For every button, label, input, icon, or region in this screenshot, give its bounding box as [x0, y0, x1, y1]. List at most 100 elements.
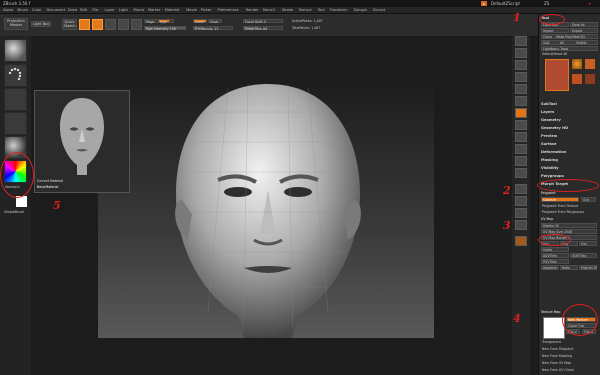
texture-map-header[interactable]: Texture Map [541, 310, 560, 314]
polypaint-header[interactable]: Polypaint [541, 191, 556, 195]
subpalette-masking[interactable]: Masking [541, 158, 558, 162]
local-icon[interactable] [515, 108, 527, 118]
draw-size-slider[interactable]: Draw Size 64 [243, 26, 283, 31]
menu-macro[interactable]: Macro [134, 8, 145, 12]
rgb-toggle[interactable]: Rgb [158, 19, 170, 24]
subpalette-visibility[interactable]: Visibility [541, 166, 559, 170]
menu-movie[interactable]: Movie [186, 8, 197, 12]
tool-thumbnail-simple[interactable] [585, 74, 595, 84]
subpalette-deformation[interactable]: Deformation [541, 150, 566, 154]
frame-icon[interactable] [515, 132, 527, 142]
menu-stencil[interactable]: Stencil [263, 8, 275, 12]
subpalette-polygroups[interactable]: Polygroups [541, 174, 564, 178]
zsub-toggle[interactable]: Zsub [208, 19, 222, 24]
menu-document[interactable]: Document [47, 8, 66, 12]
tool-thumbnail-sphere[interactable] [572, 59, 582, 69]
menu-layer[interactable]: Layer [105, 8, 115, 12]
xpose-icon[interactable] [515, 236, 527, 246]
zoom-icon[interactable] [515, 48, 527, 58]
tool-thumbnail-head[interactable] [545, 59, 569, 91]
auvtiles-button[interactable]: AUVTiles [541, 253, 569, 258]
move-icon[interactable] [515, 144, 527, 154]
subpalette-geometry[interactable]: Geometry [541, 118, 561, 122]
subpalette-surface[interactable]: Surface [541, 142, 556, 146]
new-from-masking-button[interactable]: New From Masking [542, 354, 572, 358]
close-icon[interactable]: ✕ [588, 1, 591, 6]
guvtiles-button[interactable]: GUVTiles [570, 253, 597, 258]
uvs-button[interactable]: Uvs [579, 241, 597, 246]
scale-icon[interactable] [515, 156, 527, 166]
grd-button[interactable]: Grd [581, 197, 596, 202]
polyf-icon[interactable] [515, 184, 527, 194]
aahalf-icon[interactable] [515, 72, 527, 82]
menu-material[interactable]: Material [165, 8, 180, 12]
clone-button[interactable]: Clone Make PolyMesh3D [541, 34, 598, 39]
menu-draw[interactable]: Draw [68, 8, 77, 12]
menu-preferences[interactable]: Preferences [218, 8, 239, 12]
hybrid-uv-button[interactable]: Hybrid UV [579, 265, 597, 270]
rotate-icon[interactable] [515, 168, 527, 178]
ratio-button[interactable]: Ratio [560, 265, 578, 270]
menu-edit[interactable]: Edit [80, 8, 87, 12]
menu-file[interactable]: File [92, 8, 98, 12]
polypaint-from-texture-button[interactable]: Polypaint From Texture [542, 204, 578, 208]
transp-icon[interactable] [515, 196, 527, 206]
tool-thumbnail-star[interactable] [585, 59, 595, 69]
lightbox-tools-button[interactable]: Lightbox ▸ Tools [541, 46, 598, 51]
quick-sketch-button[interactable]: Quick Sketch [62, 19, 77, 30]
stroke-icon[interactable] [4, 64, 27, 87]
alpha-icon[interactable] [4, 88, 27, 111]
texture-icon[interactable] [4, 112, 27, 135]
menu-brush[interactable]: Brush [18, 8, 28, 12]
rotate-button[interactable] [131, 19, 142, 30]
polypaint-from-polygroups-button[interactable]: Polypaint From Polygroups [542, 210, 584, 214]
draw-button[interactable] [92, 19, 103, 30]
menu-marker[interactable]: Marker [148, 8, 160, 12]
lightbox-button[interactable]: Light Box [31, 21, 51, 27]
puvtiles-button[interactable]: PUVTiles [541, 259, 569, 264]
import-button[interactable]: Import [541, 28, 569, 33]
floor-icon[interactable] [515, 96, 527, 106]
z-intensity-slider[interactable]: Z Intensity 25 [193, 26, 233, 31]
zscript-badge[interactable]: ▸ [481, 1, 488, 6]
solo-icon[interactable] [515, 220, 527, 230]
persp-icon[interactable] [515, 84, 527, 94]
uvtile-button[interactable]: Uvtile [541, 247, 569, 252]
ghost-icon[interactable] [515, 208, 527, 218]
tool-thumbnail-polymesh[interactable] [572, 74, 582, 84]
actual-size-icon[interactable] [515, 60, 527, 70]
menu-zscript[interactable]: Zscript [373, 8, 385, 12]
move-button[interactable] [105, 19, 116, 30]
scale-button[interactable] [118, 19, 129, 30]
document-canvas[interactable] [98, 72, 434, 338]
menu-render[interactable]: Render [246, 8, 259, 12]
menu-light[interactable]: Light [119, 8, 128, 12]
subpalette-layers[interactable]: Layers [541, 110, 554, 114]
projection-master-button[interactable]: Projection Master [4, 18, 28, 30]
export-button[interactable]: Export [570, 28, 598, 33]
brush-icon[interactable] [4, 39, 27, 62]
xyz-icon[interactable] [515, 120, 527, 130]
menu-color[interactable]: Color [32, 8, 41, 12]
menu-zplugin[interactable]: Zplugin [354, 8, 368, 12]
focal-shift-slider[interactable]: Focal Shift 0 [243, 19, 283, 24]
menu-texture[interactable]: Texture [299, 8, 312, 12]
new-from-polypaint-button[interactable]: New From Polypaint [542, 347, 574, 351]
uv-map-header[interactable]: UV Map [541, 217, 553, 221]
new-from-uv-map-button[interactable]: New From UV Map [542, 361, 571, 365]
transparent-toggle[interactable]: Transparent [542, 340, 561, 344]
menu-tool[interactable]: Tool [318, 8, 325, 12]
save-as-button[interactable]: Save As [570, 22, 598, 27]
subpalette-preview[interactable]: Preview [541, 134, 557, 138]
subpalette-subtool[interactable]: SubTool [541, 102, 557, 106]
delete-uv-button[interactable]: Delete UV [541, 223, 597, 228]
edit-button[interactable] [79, 19, 90, 30]
new-from-uv-check-button[interactable]: New From UV Check [542, 368, 574, 372]
scroll-icon[interactable] [515, 36, 527, 46]
menu-picker[interactable]: Picker [201, 8, 212, 12]
menu-alpha[interactable]: Alpha [3, 8, 13, 12]
rgb-intensity-slider[interactable]: Rgb Intensity 100 [144, 26, 186, 31]
menu-stroke[interactable]: Stroke [282, 8, 293, 12]
colorize-button[interactable]: Colorize [541, 197, 579, 202]
subpalette-geometry-hd[interactable]: Geometry HD [541, 126, 568, 130]
